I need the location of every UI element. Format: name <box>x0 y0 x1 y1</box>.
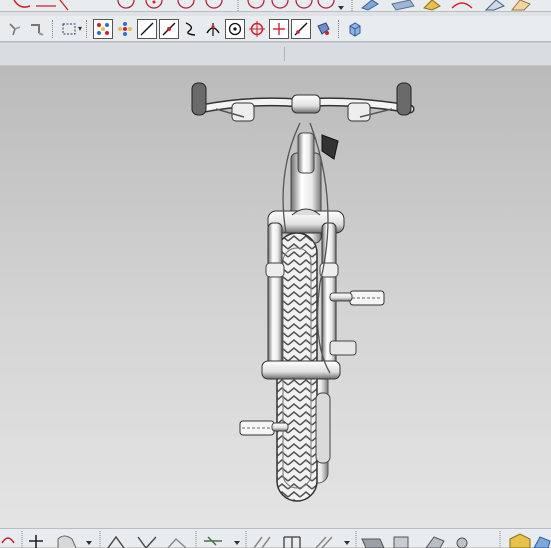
selection-toolbar: ▾ <box>0 16 551 42</box>
curve-icon[interactable] <box>451 1 473 9</box>
surface-icon[interactable] <box>391 0 415 11</box>
line-icon[interactable] <box>137 18 158 39</box>
fillet-icon[interactable] <box>423 0 441 11</box>
pattern-icon[interactable] <box>204 535 222 546</box>
selection-box-icon[interactable] <box>59 19 79 39</box>
transform-icon[interactable] <box>253 536 271 548</box>
intersection-icon[interactable] <box>203 19 223 39</box>
line-icon[interactable] <box>137 536 157 548</box>
circle-icon[interactable] <box>145 0 163 9</box>
bottom-toolbar <box>0 528 551 548</box>
selection-dropdown-arrow[interactable]: ▾ <box>78 24 82 33</box>
trim-icon[interactable] <box>107 535 125 548</box>
chainring <box>315 392 331 464</box>
circle-icon[interactable] <box>177 0 223 9</box>
analysis-icon[interactable] <box>425 535 468 548</box>
point-cross-icon[interactable] <box>269 18 290 39</box>
point-on-curve-icon[interactable] <box>291 18 312 39</box>
section-icon[interactable] <box>361 538 385 548</box>
pedal-right <box>329 290 385 306</box>
box-icon[interactable] <box>393 536 409 548</box>
circle-icon[interactable] <box>117 0 135 9</box>
face-icon[interactable] <box>313 19 333 39</box>
solid-icon[interactable] <box>345 19 365 39</box>
quadrant-icon[interactable] <box>247 19 267 39</box>
sketch-icon[interactable] <box>360 0 379 11</box>
fillet-icon[interactable] <box>167 537 187 548</box>
toolbar-separator <box>338 19 340 38</box>
circle-icon[interactable] <box>247 0 335 9</box>
curve-icon[interactable] <box>1 536 15 543</box>
bottom-toolbar-icons <box>1 530 551 548</box>
snap-end-icon[interactable] <box>93 18 114 39</box>
line-point-icon[interactable] <box>159 18 180 39</box>
offset-icon[interactable] <box>315 535 333 548</box>
toolbar-separator <box>52 19 54 38</box>
shaded-cube-icon[interactable] <box>509 532 551 548</box>
toolbar-separator <box>86 19 88 38</box>
curve-tangent-icon[interactable] <box>181 19 201 39</box>
snap-arrow-icon[interactable] <box>27 19 47 39</box>
snap-mid-icon[interactable] <box>115 19 135 39</box>
graphics-viewport[interactable] <box>0 43 551 528</box>
plus-icon[interactable] <box>29 534 43 548</box>
extrude-icon[interactable] <box>57 535 77 548</box>
center-icon[interactable] <box>225 18 246 39</box>
top-toolbar <box>0 0 551 12</box>
bicycle-model[interactable] <box>0 43 551 528</box>
mirror-icon[interactable] <box>283 535 301 548</box>
top-toolbar-icons <box>13 0 531 11</box>
view-icon[interactable] <box>484 0 531 10</box>
arc-icon[interactable] <box>13 0 69 10</box>
snap-point-icon[interactable] <box>5 19 25 39</box>
